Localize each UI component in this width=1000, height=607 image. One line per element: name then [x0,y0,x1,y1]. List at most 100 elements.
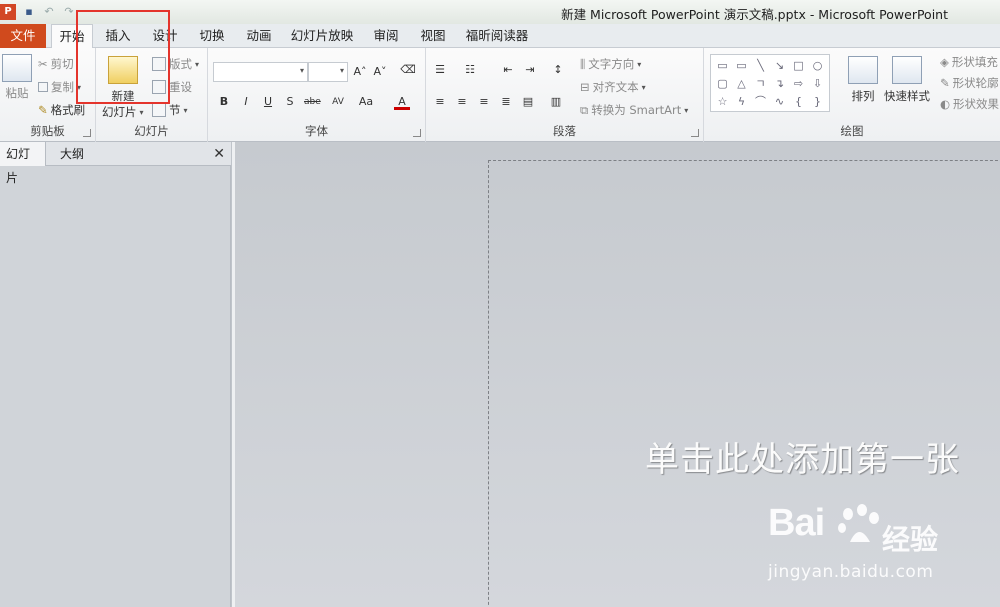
watermark-jingyan: 经验 [882,523,939,556]
watermark-brand: Bai [768,502,825,544]
scissors-icon: ✂ [38,57,48,71]
arrange-button[interactable]: 排列 [848,56,878,104]
font-size-combo[interactable]: ▾ [308,62,348,82]
arrow-shape-icon[interactable]: ↘ [770,57,789,75]
justify-icon[interactable]: ≣ [498,94,514,110]
down-arrow-shape-icon[interactable]: ⇩ [808,75,827,93]
decrease-indent-icon[interactable]: ⇤ [500,62,516,78]
shrink-font-icon[interactable]: A˅ [372,64,388,80]
textbox-shape-icon[interactable]: ▭ [713,57,732,75]
text-direction-button[interactable]: ⫼ 文字方向 ▾ [580,56,641,72]
redo-icon[interactable]: ↷ [62,5,76,19]
group-label-slides: 幻灯片 [134,124,169,138]
arrange-icon [848,56,878,84]
tab-slides-pane[interactable]: 幻灯片 [0,142,46,185]
tab-outline-pane[interactable]: 大纲 [54,142,90,166]
close-icon[interactable]: ✕ [213,146,225,162]
bullets-icon[interactable]: ☰ [432,62,448,78]
font-launcher-icon[interactable] [413,129,421,137]
star-shape-icon[interactable]: ☆ [713,93,732,111]
distribute-icon[interactable]: ▤ [520,94,536,110]
quick-styles-icon [892,56,922,84]
right-arrow-shape-icon[interactable]: ⇨ [789,75,808,93]
watermark-url: jingyan.baidu.com [768,562,934,582]
lightning-shape-icon[interactable]: ϟ [732,93,751,111]
tab-foxit-reader[interactable]: 福昕阅读器 [461,24,533,48]
brush-icon: ✎ [38,103,48,117]
shape-effects-button[interactable]: ◐ 形状效果 [940,96,999,112]
title-placeholder[interactable]: 单击此处添加第一张 [645,432,960,481]
underline-button[interactable]: U [260,94,276,110]
numbering-icon[interactable]: ☷ [462,62,478,78]
slides-pane: 幻灯片 大纲 ✕ [0,142,231,607]
clear-format-icon[interactable]: ⌫ [400,62,416,78]
elbow-connector-icon[interactable]: ㄱ [751,75,770,93]
font-name-combo[interactable]: ▾ [213,62,308,82]
line-spacing-icon[interactable]: ↕ [550,62,566,78]
group-label-font: 字体 [305,124,328,138]
tab-review[interactable]: 审阅 [366,24,406,48]
powerpoint-logo-icon[interactable]: P [0,4,16,20]
triangle-shape-icon[interactable]: △ [732,75,751,93]
quick-styles-button[interactable]: 快速样式 [884,56,930,104]
curve-shape-icon[interactable]: ∿ [770,93,789,111]
group-paragraph: ☰ ☷ ⇤ ⇥ ↕ ≡ ≡ ≡ ≣ ▤ ▥ ⫼ 文字方向 ▾ ⊟ 对齐文本 ▾ ⧉ 转换为… [426,48,704,142]
columns-icon[interactable]: ▥ [548,94,564,110]
copy-button[interactable]: 复制 ▾ [38,79,81,95]
increase-indent-icon[interactable]: ⇥ [522,62,538,78]
pen-icon: ✎ [940,76,950,90]
align-right-icon[interactable]: ≡ [476,94,492,110]
tab-slideshow[interactable]: 幻灯片放映 [286,24,358,48]
group-font: ▾ ▾ A˄ A˅ ⌫ B I U S abe AV Aa A 字体 [208,48,426,142]
group-label-paragraph: 段落 [553,124,576,138]
rounded-rect-shape-icon[interactable]: ▢ [713,75,732,93]
section-button[interactable]: 节 ▾ [152,102,188,118]
tab-transitions[interactable]: 切换 [192,24,232,48]
bold-button[interactable]: B [216,94,232,110]
shape-fill-button[interactable]: ◈ 形状填充 [940,54,998,70]
elbow-arrow-icon[interactable]: ↴ [770,75,789,93]
line-shape-icon[interactable]: ╲ [751,57,770,75]
group-drawing: ▭ ▭ ╲ ↘ □ ○ ▢ △ ㄱ ↴ ⇨ ⇩ ☆ ϟ ⌒ ∿{} 排列 快速样式 ◈ 形状填充 ✎ 形状轮廓… [704,48,1000,142]
paragraph-launcher-icon[interactable] [691,129,699,137]
tab-view[interactable]: 视图 [413,24,453,48]
char-spacing-button[interactable]: AV [328,94,348,110]
section-icon [152,103,166,117]
new-slide-dropdown[interactable]: 幻灯片 ▾ [102,104,144,120]
right-brace-shape-icon[interactable]: } [808,93,827,111]
format-painter-button[interactable]: ✎ 格式刷 [38,102,85,118]
shadow-button[interactable]: S [282,94,298,110]
align-text-icon: ⊟ [580,80,590,94]
rectangle-shape-icon[interactable]: □ [789,57,808,75]
convert-smartart-button[interactable]: ⧉ 转换为 SmartArt ▾ [580,102,688,118]
vertical-textbox-shape-icon[interactable]: ▭ [732,57,751,75]
align-center-icon[interactable]: ≡ [454,94,470,110]
change-case-button[interactable]: Aa [356,94,376,110]
italic-button[interactable]: I [238,94,254,110]
group-label-drawing: 绘图 [840,124,864,138]
save-icon[interactable]: ▪ [22,5,36,19]
paste-button[interactable]: 粘贴 [2,54,32,101]
strikethrough-button[interactable]: abe [304,94,321,110]
group-label-clipboard: 剪贴板 [30,124,65,138]
tab-animations[interactable]: 动画 [239,24,279,48]
arc-shape-icon[interactable]: ⌒ [751,93,770,111]
align-text-button[interactable]: ⊟ 对齐文本 ▾ [580,79,646,95]
shapes-gallery[interactable]: ▭ ▭ ╲ ↘ □ ○ ▢ △ ㄱ ↴ ⇨ ⇩ ☆ ϟ ⌒ ∿{} [710,54,830,112]
quick-access-toolbar: P ▪ ↶ ↷ [0,3,76,21]
shape-outline-button[interactable]: ✎ 形状轮廓 [940,75,999,91]
left-brace-shape-icon[interactable]: { [789,93,808,111]
oval-shape-icon[interactable]: ○ [808,57,827,75]
text-direction-icon: ⫼ [580,56,586,71]
align-left-icon[interactable]: ≡ [432,94,448,110]
smartart-icon: ⧉ [580,102,589,117]
clipboard-launcher-icon[interactable] [83,129,91,137]
font-color-button[interactable]: A [394,94,410,110]
undo-icon[interactable]: ↶ [42,5,56,19]
baidu-paw-icon [838,504,879,542]
cut-button[interactable]: ✂ 剪切 [38,56,74,72]
tab-file[interactable]: 文件 [0,24,46,48]
paint-bucket-icon: ◈ [940,55,949,69]
grow-font-icon[interactable]: A˄ [352,64,368,80]
clipboard-icon [2,54,32,82]
